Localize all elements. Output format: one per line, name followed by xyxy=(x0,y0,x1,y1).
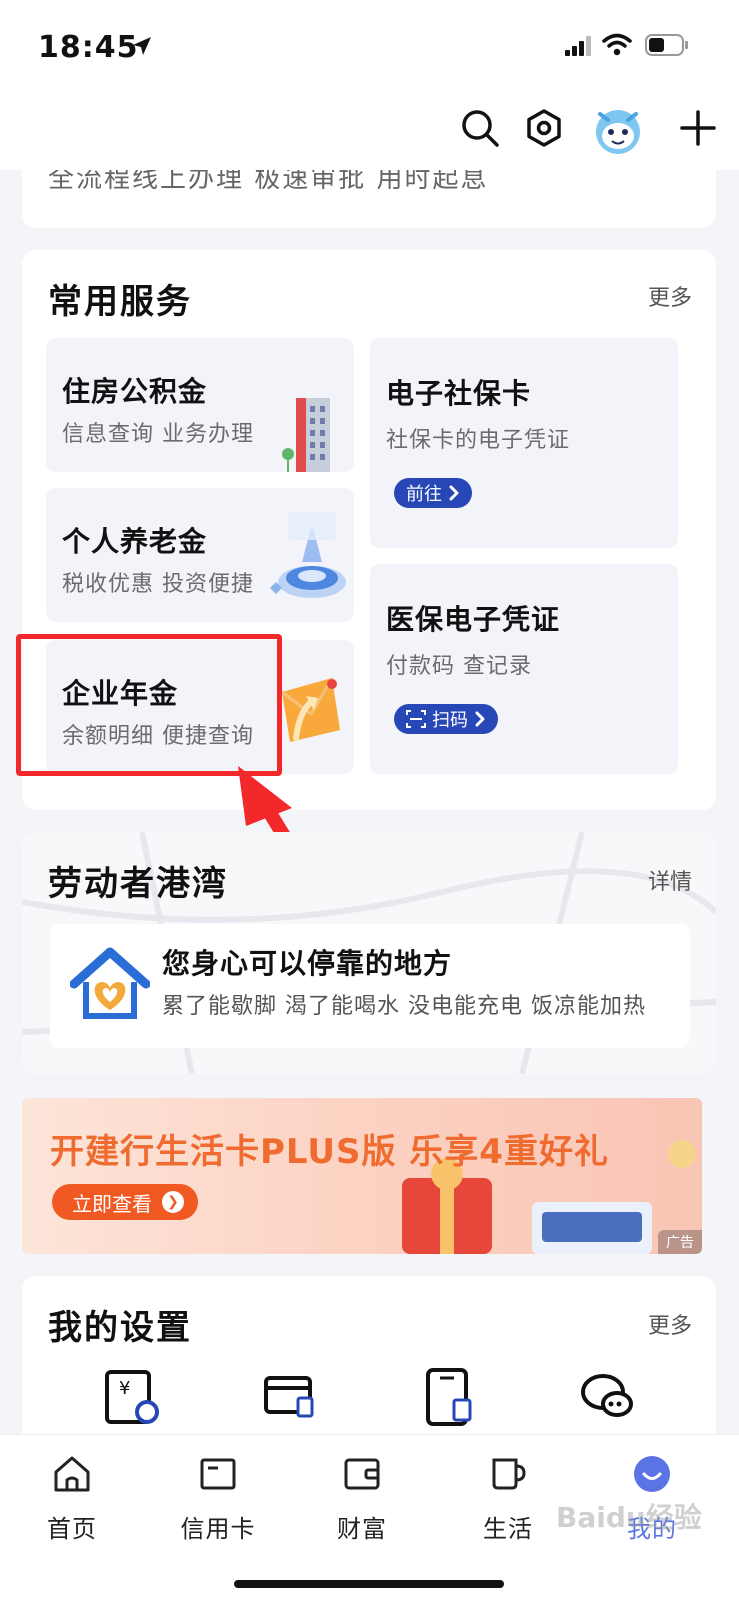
watermark: Baidu经验 xyxy=(556,1501,702,1534)
banner-headline: 开建行生活卡PLUS版 乐享4重好礼 xyxy=(50,1132,609,1172)
harbor-headline: 您身心可以停靠的地方 xyxy=(162,947,453,980)
wallet-icon xyxy=(312,1449,412,1499)
chevron-right-icon: ❯ xyxy=(162,1191,184,1213)
promo-banner[interactable]: 开建行生活卡PLUS版 乐享4重好礼 立即查看 ❯ 广告 xyxy=(22,1098,702,1254)
cup-icon xyxy=(458,1449,558,1499)
view-now-button[interactable]: 立即查看 ❯ xyxy=(52,1184,198,1220)
nav-label: 信用卡 xyxy=(180,1515,256,1543)
settings-icon-row: ¥ xyxy=(22,1368,716,1426)
nav-label: 首页 xyxy=(47,1515,97,1543)
payment-settings-icon[interactable]: ¥ xyxy=(103,1368,160,1426)
nav-label: 生活 xyxy=(483,1515,533,1543)
svg-text:¥: ¥ xyxy=(119,1378,130,1399)
house-heart-icon xyxy=(70,947,150,1019)
nav-wealth[interactable]: 财富 xyxy=(312,1449,412,1544)
section-title: 我的设置 xyxy=(48,1308,192,1348)
card-settings-icon[interactable] xyxy=(262,1368,318,1426)
home-icon xyxy=(22,1449,122,1499)
nav-home[interactable]: 首页 xyxy=(22,1449,122,1544)
section-title: 劳动者港湾 xyxy=(48,864,228,904)
home-indicator[interactable] xyxy=(234,1580,504,1588)
labor-harbor-section: 劳动者港湾 详情 您身心可以停靠的地方 累了能歇脚 渴了能喝水 没电能充电 饭凉… xyxy=(22,832,716,1074)
profile-icon xyxy=(602,1449,702,1499)
ad-label: 广告 xyxy=(658,1230,702,1254)
phone-settings-icon[interactable] xyxy=(420,1368,476,1426)
view-now-label: 立即查看 xyxy=(72,1191,152,1216)
nav-life[interactable]: 生活 xyxy=(458,1449,558,1544)
harbor-description: 累了能歇脚 渴了能喝水 没电能充电 饭凉能加热 xyxy=(162,994,646,1019)
harbor-banner[interactable]: 您身心可以停靠的地方 累了能歇脚 渴了能喝水 没电能充电 饭凉能加热 xyxy=(50,924,690,1048)
nav-label: 财富 xyxy=(337,1515,387,1543)
chat-settings-icon[interactable] xyxy=(579,1368,635,1426)
nav-credit-card[interactable]: 信用卡 xyxy=(168,1449,268,1544)
more-link[interactable]: 更多 xyxy=(648,1308,692,1340)
details-link[interactable]: 详情 xyxy=(648,864,692,896)
settings-section: 我的设置 更多 ¥ xyxy=(22,1276,716,1456)
card-icon xyxy=(168,1449,268,1499)
